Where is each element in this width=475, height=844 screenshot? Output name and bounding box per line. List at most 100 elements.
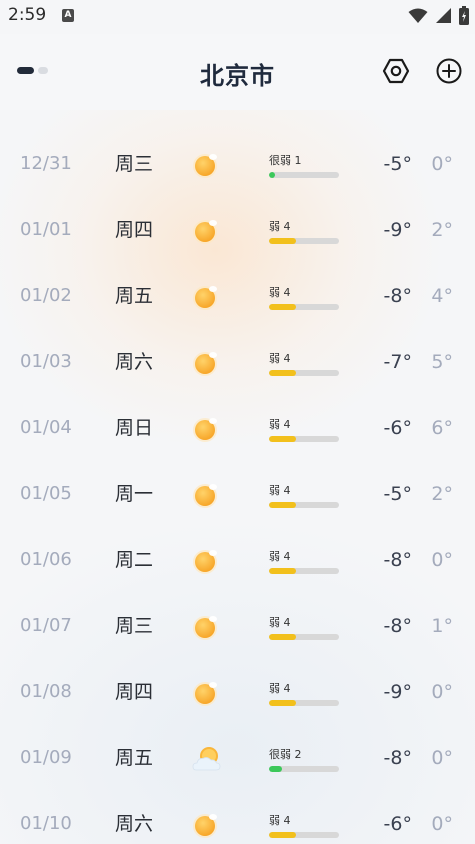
forecast-date: 12/31 <box>20 153 72 174</box>
aqi-bar-fill <box>269 304 296 310</box>
aqi-bar <box>269 502 339 508</box>
temp-low: -5° <box>383 483 412 505</box>
aqi-bar <box>269 832 339 838</box>
aqi-bar-fill <box>269 238 296 244</box>
temp-high: 2° <box>431 219 453 241</box>
forecast-date: 01/01 <box>20 219 72 240</box>
add-city-button[interactable] <box>434 56 464 86</box>
aqi-label: 弱 4 <box>269 682 291 695</box>
forecast-row[interactable]: 01/06 周二 弱 4 -8° 0° <box>0 527 475 593</box>
temp-high: 0° <box>431 153 453 175</box>
aqi-bar-fill <box>269 502 296 508</box>
aqi-bar <box>269 172 339 178</box>
forecast-date: 01/06 <box>20 549 72 570</box>
partly-cloudy-icon <box>191 744 221 774</box>
sunny-icon <box>191 282 221 312</box>
forecast-row[interactable]: 01/03 周六 弱 4 -7° 5° <box>0 329 475 395</box>
forecast-date: 01/07 <box>20 615 72 636</box>
forecast-row[interactable]: 01/07 周三 弱 4 -8° 1° <box>0 593 475 659</box>
temp-low: -8° <box>383 285 412 307</box>
aqi-bar <box>269 436 339 442</box>
sunny-icon <box>191 216 221 246</box>
aqi-label: 弱 4 <box>269 814 291 827</box>
aqi-label: 弱 4 <box>269 286 291 299</box>
forecast-weekday: 周一 <box>115 483 154 505</box>
aqi-bar-fill <box>269 436 296 442</box>
forecast-row[interactable]: 12/31 周三 很弱 1 -5° 0° <box>0 131 475 197</box>
sunny-icon <box>191 348 221 378</box>
temp-low: -8° <box>383 615 412 637</box>
temp-high: 4° <box>431 285 453 307</box>
forecast-date: 01/04 <box>20 417 72 438</box>
forecast-row[interactable]: 01/08 周四 弱 4 -9° 0° <box>0 659 475 725</box>
temp-high: 0° <box>431 681 453 703</box>
forecast-row[interactable]: 01/09 周五 很弱 2 -8° 0° <box>0 725 475 791</box>
forecast-row[interactable]: 01/02 周五 弱 4 -8° 4° <box>0 263 475 329</box>
forecast-date: 01/10 <box>20 813 72 834</box>
aqi-bar <box>269 304 339 310</box>
forecast-list[interactable]: 12/31 周三 很弱 1 -5° 0° 01/01 周四 弱 4 -9° 2° 01/02 周五 <box>0 110 475 844</box>
temp-high: 5° <box>431 351 453 373</box>
temp-low: -8° <box>383 747 412 769</box>
notification-icon: A <box>62 9 74 22</box>
signal-icon <box>436 8 451 23</box>
settings-button[interactable] <box>381 56 411 86</box>
forecast-row[interactable]: 01/01 周四 弱 4 -9° 2° <box>0 197 475 263</box>
temp-high: 2° <box>431 483 453 505</box>
forecast-weekday: 周日 <box>115 417 154 439</box>
forecast-weekday: 周三 <box>115 615 154 637</box>
forecast-weekday: 周四 <box>115 219 154 241</box>
aqi-bar <box>269 634 339 640</box>
temp-low: -9° <box>383 681 412 703</box>
temp-high: 0° <box>431 813 453 835</box>
aqi-bar <box>269 370 339 376</box>
aqi-bar-fill <box>269 832 296 838</box>
sunny-icon <box>191 612 221 642</box>
temp-low: -5° <box>383 153 412 175</box>
temp-high: 0° <box>431 747 453 769</box>
aqi-bar <box>269 568 339 574</box>
forecast-weekday: 周六 <box>115 813 154 835</box>
aqi-label: 很弱 2 <box>269 748 302 761</box>
forecast-row[interactable]: 01/05 周一 弱 4 -5° 2° <box>0 461 475 527</box>
forecast-date: 01/08 <box>20 681 72 702</box>
status-icons <box>408 6 469 25</box>
status-bar: 2:59 A <box>0 0 475 34</box>
sunny-icon <box>191 480 221 510</box>
forecast-weekday: 周五 <box>115 747 154 769</box>
aqi-label: 弱 4 <box>269 352 291 365</box>
temp-low: -9° <box>383 219 412 241</box>
temp-low: -6° <box>383 813 412 835</box>
sunny-icon <box>191 150 221 180</box>
aqi-label: 弱 4 <box>269 418 291 431</box>
aqi-label: 弱 4 <box>269 550 291 563</box>
forecast-weekday: 周三 <box>115 153 154 175</box>
forecast-date: 01/02 <box>20 285 72 306</box>
sunny-icon <box>191 414 221 444</box>
forecast-weekday: 周四 <box>115 681 154 703</box>
sunny-icon <box>191 810 221 840</box>
aqi-label: 弱 4 <box>269 616 291 629</box>
aqi-bar-fill <box>269 568 296 574</box>
add-circle-icon <box>436 58 462 84</box>
aqi-bar-fill <box>269 766 282 772</box>
aqi-bar-fill <box>269 700 296 706</box>
status-time: 2:59 <box>8 5 47 25</box>
wifi-icon <box>408 8 428 23</box>
forecast-row[interactable]: 01/10 周六 弱 4 -6° 0° <box>0 791 475 844</box>
sunny-icon <box>191 678 221 708</box>
aqi-bar-fill <box>269 172 275 178</box>
temp-low: -7° <box>383 351 412 373</box>
temp-high: 1° <box>431 615 453 637</box>
aqi-label: 弱 4 <box>269 484 291 497</box>
aqi-label: 弱 4 <box>269 220 291 233</box>
aqi-bar <box>269 238 339 244</box>
aqi-bar-fill <box>269 370 296 376</box>
battery-icon <box>459 6 469 25</box>
forecast-weekday: 周二 <box>115 549 154 571</box>
aqi-label: 很弱 1 <box>269 154 302 167</box>
forecast-row[interactable]: 01/04 周日 弱 4 -6° 6° <box>0 395 475 461</box>
aqi-bar <box>269 766 339 772</box>
app-header: 北京市 <box>0 34 475 110</box>
sunny-icon <box>191 546 221 576</box>
